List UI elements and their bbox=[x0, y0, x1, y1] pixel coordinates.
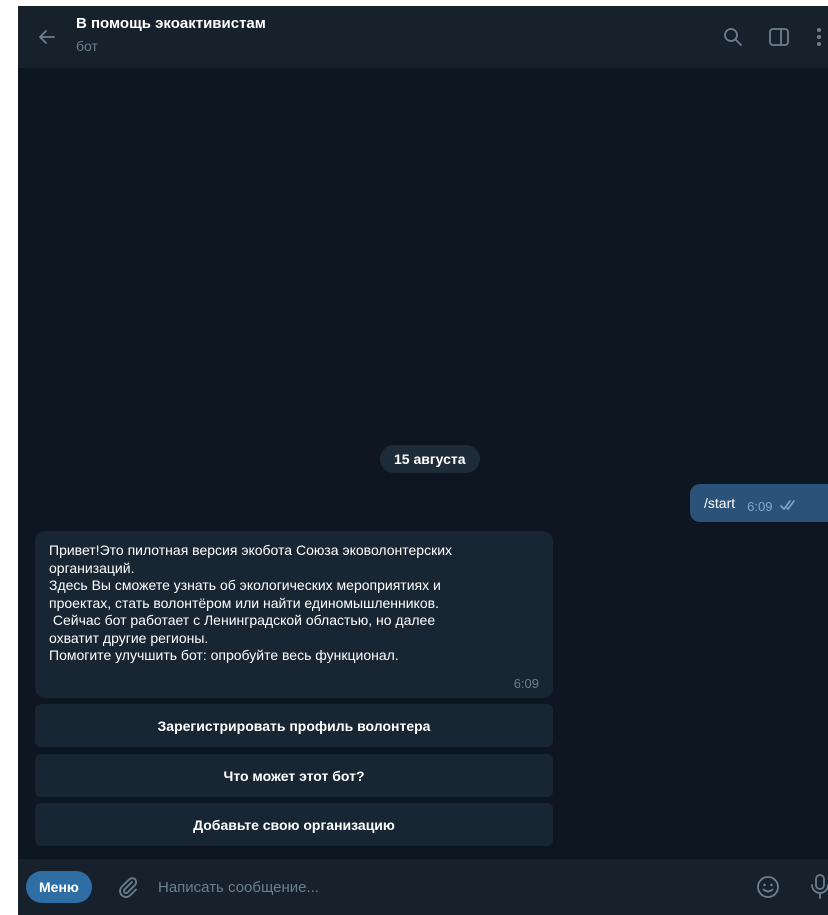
message-line: Помогите улучшить бот: опробуйте весь фу… bbox=[49, 647, 399, 663]
chat-window: В помощь экоактивистам бот 15 августа /s bbox=[18, 6, 828, 915]
emoji-icon bbox=[757, 876, 779, 898]
search-button[interactable] bbox=[718, 22, 748, 52]
chat-header: В помощь экоактивистам бот bbox=[18, 6, 828, 68]
outgoing-message-text: /start bbox=[704, 495, 736, 511]
side-panel-button[interactable] bbox=[764, 22, 794, 52]
outgoing-message-time: 6:09 bbox=[747, 498, 773, 514]
message-line: организаций. bbox=[49, 559, 135, 576]
side-panel-icon bbox=[769, 28, 789, 46]
emoji-button[interactable] bbox=[754, 873, 782, 901]
incoming-message-time: 6:09 bbox=[513, 675, 539, 691]
outgoing-message[interactable]: /start 6:09 bbox=[690, 484, 828, 522]
menu-button[interactable]: Меню bbox=[26, 871, 92, 903]
attach-button[interactable] bbox=[114, 873, 142, 901]
what-can-bot-do-button[interactable]: Что может этот бот? bbox=[35, 754, 553, 797]
message-input[interactable] bbox=[158, 873, 738, 901]
search-icon bbox=[724, 28, 742, 46]
date-separator: 15 августа bbox=[380, 445, 480, 473]
message-line: Здесь Вы сможете узнать об экологических… bbox=[49, 577, 441, 593]
more-options-button[interactable] bbox=[810, 22, 828, 52]
voice-message-button[interactable] bbox=[808, 873, 828, 901]
message-line: проектах, стать волонтёром или найти еди… bbox=[49, 594, 439, 611]
message-line: Привет!Это пилотная версия экобота Союза… bbox=[49, 542, 453, 558]
back-button[interactable] bbox=[32, 22, 62, 52]
more-vertical-icon bbox=[817, 28, 821, 46]
register-volunteer-button[interactable]: Зарегистрировать профиль волонтера bbox=[35, 704, 553, 747]
message-line: Сейчас бот работает с Ленинградской обла… bbox=[49, 612, 436, 628]
chat-title: В помощь экоактивистам bbox=[76, 15, 266, 32]
double-check-icon bbox=[780, 500, 796, 511]
message-input-bar: Меню bbox=[18, 859, 828, 915]
incoming-message[interactable]: Привет!Это пилотная версия экобота Союза… bbox=[35, 531, 553, 698]
chat-subtitle: бот bbox=[76, 38, 98, 54]
microphone-icon bbox=[811, 874, 828, 899]
paperclip-icon bbox=[119, 877, 138, 898]
message-line: охватит другие регионы. bbox=[49, 629, 209, 646]
chat-title-block[interactable]: В помощь экоактивистам бот bbox=[76, 14, 266, 56]
add-organization-button[interactable]: Добавьте свою организацию bbox=[35, 803, 553, 846]
back-arrow-icon bbox=[39, 30, 55, 44]
